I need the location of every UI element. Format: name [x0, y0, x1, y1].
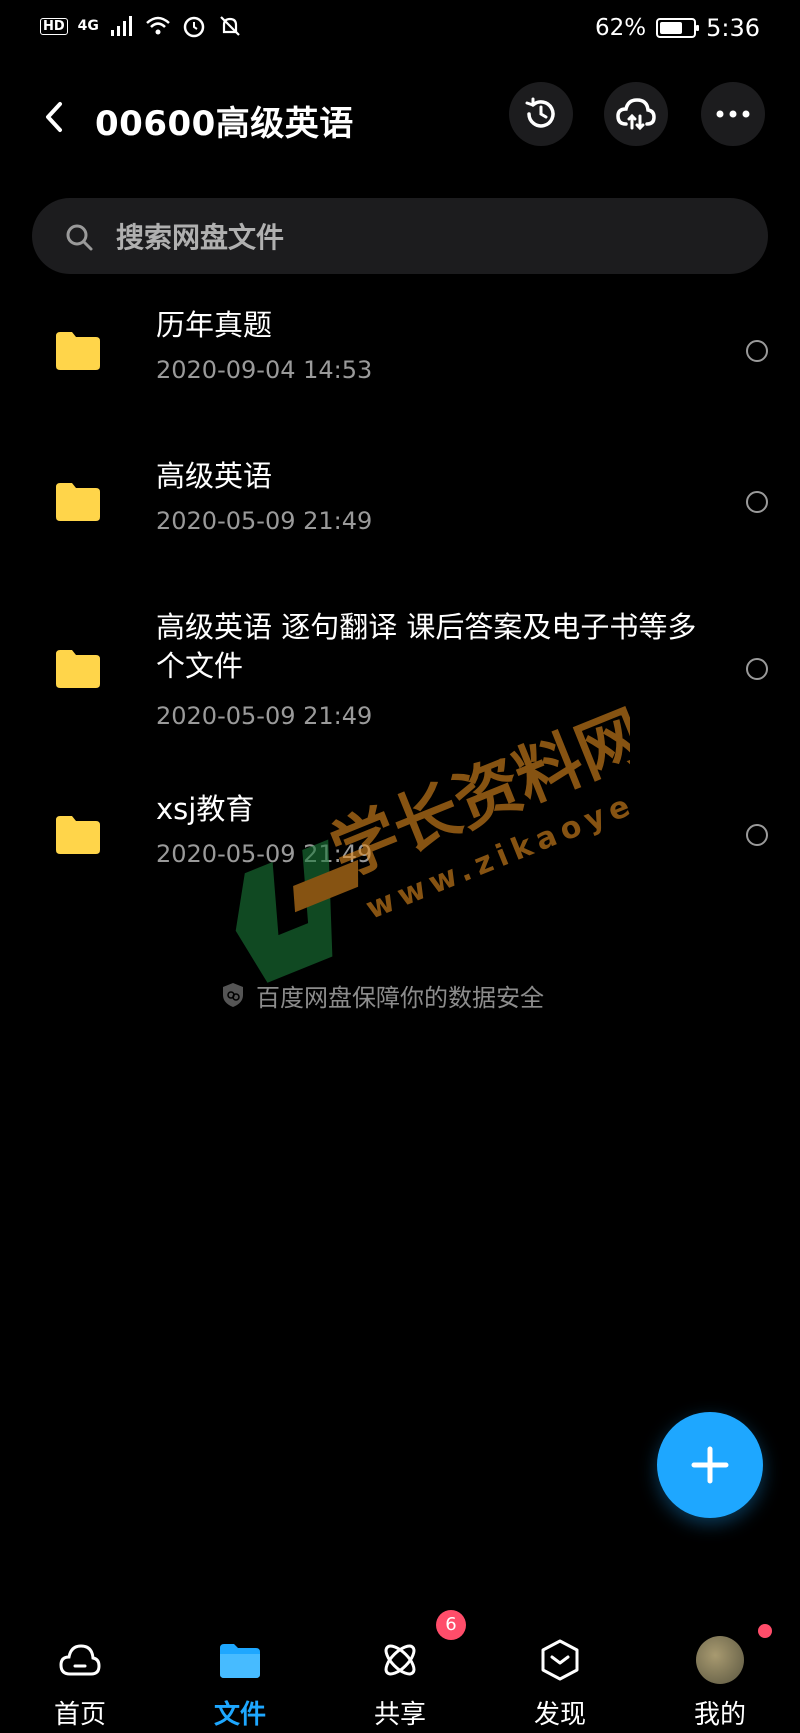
folder-icon	[56, 650, 100, 688]
search-bar[interactable]	[32, 198, 768, 274]
alarm-icon	[183, 16, 205, 38]
nav-label: 我的	[693, 1700, 746, 1730]
folder-icon	[56, 816, 100, 854]
bottom-nav: 首页 文件 6 共享 发现 我的	[0, 1610, 800, 1733]
back-icon[interactable]	[38, 94, 72, 140]
nav-share[interactable]: 6 共享	[340, 1610, 466, 1733]
select-radio[interactable]	[746, 340, 768, 362]
watermark-logo: 学长资料网 www.zikaoyes.com	[235, 696, 630, 983]
folder-icon	[220, 1644, 260, 1678]
nav-discover[interactable]: 发现	[500, 1612, 620, 1733]
nav-label: 文件	[213, 1700, 266, 1730]
more-icon	[716, 110, 750, 118]
search-icon	[66, 224, 93, 251]
share-badge: 6	[436, 1610, 466, 1640]
history-button[interactable]	[509, 82, 573, 146]
nav-label: 发现	[533, 1700, 586, 1730]
select-radio[interactable]	[746, 824, 768, 846]
share-atom-icon	[384, 1644, 416, 1676]
hd-indicator: HD	[40, 17, 68, 35]
nav-me[interactable]: 我的	[660, 1612, 780, 1733]
discover-icon	[541, 1639, 579, 1681]
network-type: 4G	[77, 18, 99, 34]
select-radio[interactable]	[746, 658, 768, 680]
folder-icon	[56, 332, 100, 370]
list-item[interactable]: 历年真题 2020-09-04 14:53	[0, 296, 800, 426]
security-note-text: 百度网盘保障你的数据安全	[256, 983, 544, 1012]
file-name: 高级英语	[156, 459, 273, 493]
avatar	[696, 1636, 744, 1684]
plus-icon	[691, 1446, 729, 1484]
app-header: 00600高级英语	[0, 72, 800, 162]
nav-files[interactable]: 文件	[180, 1612, 300, 1733]
battery-icon	[656, 18, 700, 38]
wifi-icon	[146, 16, 170, 35]
status-bar: HD 4G 62% 5:36	[0, 0, 800, 56]
security-note: 百度网盘保障你的数据安全	[220, 977, 600, 1013]
shield-icon	[223, 983, 243, 1007]
battery-percent: 62%	[594, 15, 647, 41]
cloud-transfer-icon	[616, 98, 656, 131]
clock: 5:36	[706, 14, 760, 42]
nav-home[interactable]: 首页	[20, 1612, 140, 1733]
nav-label: 首页	[53, 1700, 106, 1730]
status-right: 62% 5:36	[595, 14, 760, 42]
battery-fill	[660, 22, 683, 34]
notification-dot	[758, 1624, 772, 1638]
file-date: 2020-05-09 21:49	[156, 507, 373, 535]
nav-label: 共享	[373, 1700, 426, 1730]
transfer-button[interactable]	[604, 82, 668, 146]
file-name: 历年真题	[156, 308, 273, 342]
file-name: 高级英语 逐句翻译 课后答案及电子书等多个文件	[156, 610, 697, 683]
list-item[interactable]: 高级英语 2020-05-09 21:49	[0, 447, 800, 577]
page-title: 00600高级英语	[95, 104, 354, 144]
home-cloud-icon	[59, 1644, 101, 1676]
status-left: HD 4G	[40, 14, 243, 38]
search-input[interactable]	[114, 212, 718, 262]
history-icon	[525, 97, 555, 128]
signal-icon	[110, 16, 132, 36]
folder-icon	[56, 483, 100, 521]
more-button[interactable]	[701, 82, 765, 146]
mute-bell-icon	[220, 16, 240, 36]
select-radio[interactable]	[746, 491, 768, 513]
file-date: 2020-09-04 14:53	[156, 356, 373, 384]
add-button[interactable]	[657, 1412, 763, 1518]
